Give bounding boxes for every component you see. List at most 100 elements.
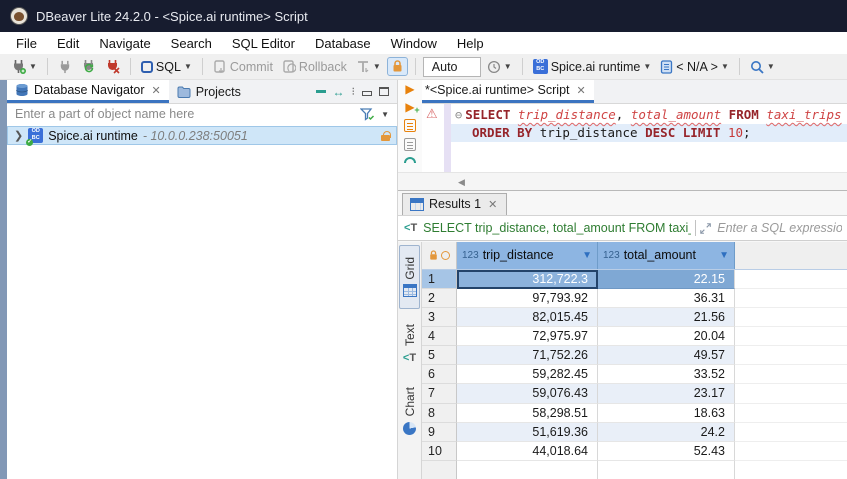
table-row[interactable]: 8 58,298.51 18.63: [422, 404, 847, 423]
row-number[interactable]: 4: [422, 327, 457, 346]
sql-line-1[interactable]: ⊖SELECT trip_distance, total_amount FROM…: [451, 106, 847, 124]
menu-edit[interactable]: Edit: [47, 34, 89, 53]
table-row[interactable]: 5 71,752.26 49.57: [422, 346, 847, 365]
commit-button[interactable]: Commit: [210, 58, 276, 76]
active-connection-selector[interactable]: ODBC Spice.ai runtime ▼: [530, 57, 655, 76]
script-gray-icon[interactable]: [404, 138, 416, 151]
execute-statement-icon[interactable]: ▶: [405, 83, 414, 95]
sort-descending-icon[interactable]: ▼: [582, 250, 592, 261]
table-row[interactable]: 4 72,975.97 20.04: [422, 327, 847, 346]
tab-projects[interactable]: Projects: [169, 80, 249, 103]
row-number[interactable]: 8: [422, 404, 457, 423]
cell-total-amount[interactable]: 23.17: [598, 384, 735, 403]
commit-mode-select[interactable]: Auto: [423, 57, 481, 77]
tab-chart[interactable]: Chart: [398, 379, 421, 443]
sort-descending-icon[interactable]: ▼: [719, 250, 729, 261]
tab-grid[interactable]: Grid: [399, 245, 420, 309]
tab-text[interactable]: Text <T: [398, 312, 421, 376]
cell-total-amount[interactable]: 21.56: [598, 308, 735, 327]
sql-code[interactable]: ⊖SELECT trip_distance, total_amount FROM…: [451, 106, 847, 142]
collapse-all-icon[interactable]: [316, 90, 326, 93]
menu-file[interactable]: File: [6, 34, 47, 53]
table-row[interactable]: 7 59,076.43 23.17: [422, 384, 847, 403]
active-database-selector[interactable]: < N/A > ▼: [657, 58, 732, 76]
cell-total-amount[interactable]: 52.43: [598, 442, 735, 461]
view-menu-icon[interactable]: ⁝: [352, 85, 356, 98]
cell-total-amount[interactable]: 36.31: [598, 289, 735, 308]
cell-total-amount[interactable]: 22.15: [598, 270, 735, 289]
table-row[interactable]: 1 312,722.3 22.15: [422, 270, 847, 289]
cell-total-amount[interactable]: 33.52: [598, 365, 735, 384]
cell-trip-distance[interactable]: 51,619.36: [457, 423, 598, 442]
column-header-trip-distance[interactable]: 123 trip_distance ▼: [457, 242, 598, 269]
menu-window[interactable]: Window: [381, 34, 447, 53]
menu-database[interactable]: Database: [305, 34, 381, 53]
row-number[interactable]: 5: [422, 346, 457, 365]
chevron-down-icon[interactable]: ▼: [29, 62, 37, 71]
minimize-icon[interactable]: [362, 91, 372, 96]
cell-trip-distance[interactable]: 72,975.97: [457, 327, 598, 346]
table-row[interactable]: 3 82,015.45 21.56: [422, 308, 847, 327]
maximize-icon[interactable]: [379, 87, 389, 96]
menu-help[interactable]: Help: [447, 34, 494, 53]
chevron-down-icon[interactable]: ▼: [504, 62, 512, 71]
tab-sql-script[interactable]: *<Spice.ai runtime> Script ✕: [398, 80, 594, 103]
transaction-log-button[interactable]: ▼: [484, 58, 515, 76]
explain-plan-icon[interactable]: [404, 157, 416, 163]
cell-trip-distance[interactable]: 97,793.92: [457, 289, 598, 308]
new-connection-button[interactable]: ▼: [8, 57, 40, 76]
chevron-down-icon[interactable]: ▼: [643, 62, 651, 71]
cell-trip-distance[interactable]: 59,282.45: [457, 365, 598, 384]
connection-tree-item[interactable]: ❯ ODBC Spice.ai runtime - 10.0.0.238:500…: [7, 126, 397, 145]
search-button[interactable]: ▼: [747, 58, 778, 76]
row-number[interactable]: 2: [422, 289, 457, 308]
link-editor-icon[interactable]: ↔: [333, 85, 345, 99]
cell-trip-distance[interactable]: 44,018.64: [457, 442, 598, 461]
cell-total-amount[interactable]: 20.04: [598, 327, 735, 346]
table-row[interactable]: 10 44,018.64 52.43: [422, 442, 847, 461]
cell-total-amount[interactable]: 24.2: [598, 423, 735, 442]
chevron-down-icon[interactable]: ▼: [767, 62, 775, 71]
execute-script-icon[interactable]: [404, 119, 416, 132]
table-row[interactable]: 6 59,282.45 33.52: [422, 365, 847, 384]
expand-panel-icon[interactable]: [700, 222, 711, 235]
expand-chevron-icon[interactable]: ❯: [14, 129, 23, 142]
cell-total-amount[interactable]: 49.57: [598, 346, 735, 365]
tab-database-navigator[interactable]: Database Navigator ✕: [7, 80, 169, 103]
chevron-down-icon[interactable]: ▼: [721, 62, 729, 71]
close-icon[interactable]: ✕: [577, 84, 586, 97]
chevron-down-icon[interactable]: ▼: [381, 110, 389, 119]
grid-corner-cell[interactable]: [422, 242, 457, 269]
auto-commit-lock-toggle[interactable]: [387, 57, 408, 76]
cell-trip-distance[interactable]: 59,076.43: [457, 384, 598, 403]
disconnect-button[interactable]: [102, 57, 123, 76]
object-filter-input[interactable]: Enter a part of object name here: [15, 107, 360, 121]
reconnect-button[interactable]: [78, 57, 99, 76]
editor-horizontal-scrollbar[interactable]: ◀: [398, 172, 847, 190]
row-number[interactable]: 9: [422, 423, 457, 442]
scroll-left-arrow-icon[interactable]: ◀: [458, 177, 465, 188]
connect-button[interactable]: [55, 58, 75, 76]
cell-trip-distance[interactable]: 82,015.45: [457, 308, 598, 327]
row-number[interactable]: 6: [422, 365, 457, 384]
menu-search[interactable]: Search: [161, 34, 222, 53]
row-number[interactable]: 7: [422, 384, 457, 403]
fold-minus-icon[interactable]: ⊖: [455, 108, 462, 122]
filter-funnel-icon[interactable]: [360, 108, 375, 121]
close-icon[interactable]: ✕: [488, 198, 497, 211]
transaction-mode-button[interactable]: ▼: [353, 58, 384, 76]
menu-sql-editor[interactable]: SQL Editor: [222, 34, 305, 53]
rollback-button[interactable]: Rollback: [279, 58, 350, 76]
cell-trip-distance[interactable]: 312,722.3: [457, 270, 598, 289]
sql-expression-filter-input[interactable]: Enter a SQL expression to: [717, 221, 842, 235]
column-header-total-amount[interactable]: 123 total_amount ▼: [598, 242, 735, 269]
table-row[interactable]: 2 97,793.92 36.31: [422, 289, 847, 308]
cell-trip-distance[interactable]: 71,752.26: [457, 346, 598, 365]
row-number[interactable]: 1: [422, 270, 457, 289]
cell-trip-distance[interactable]: 58,298.51: [457, 404, 598, 423]
menu-navigate[interactable]: Navigate: [89, 34, 160, 53]
sql-editor-button[interactable]: SQL ▼: [138, 58, 195, 76]
chevron-down-icon[interactable]: ▼: [184, 62, 192, 71]
sql-line-2[interactable]: ORDER BY trip_distance DESC LIMIT 10;: [451, 124, 847, 142]
close-icon[interactable]: ✕: [151, 84, 160, 97]
